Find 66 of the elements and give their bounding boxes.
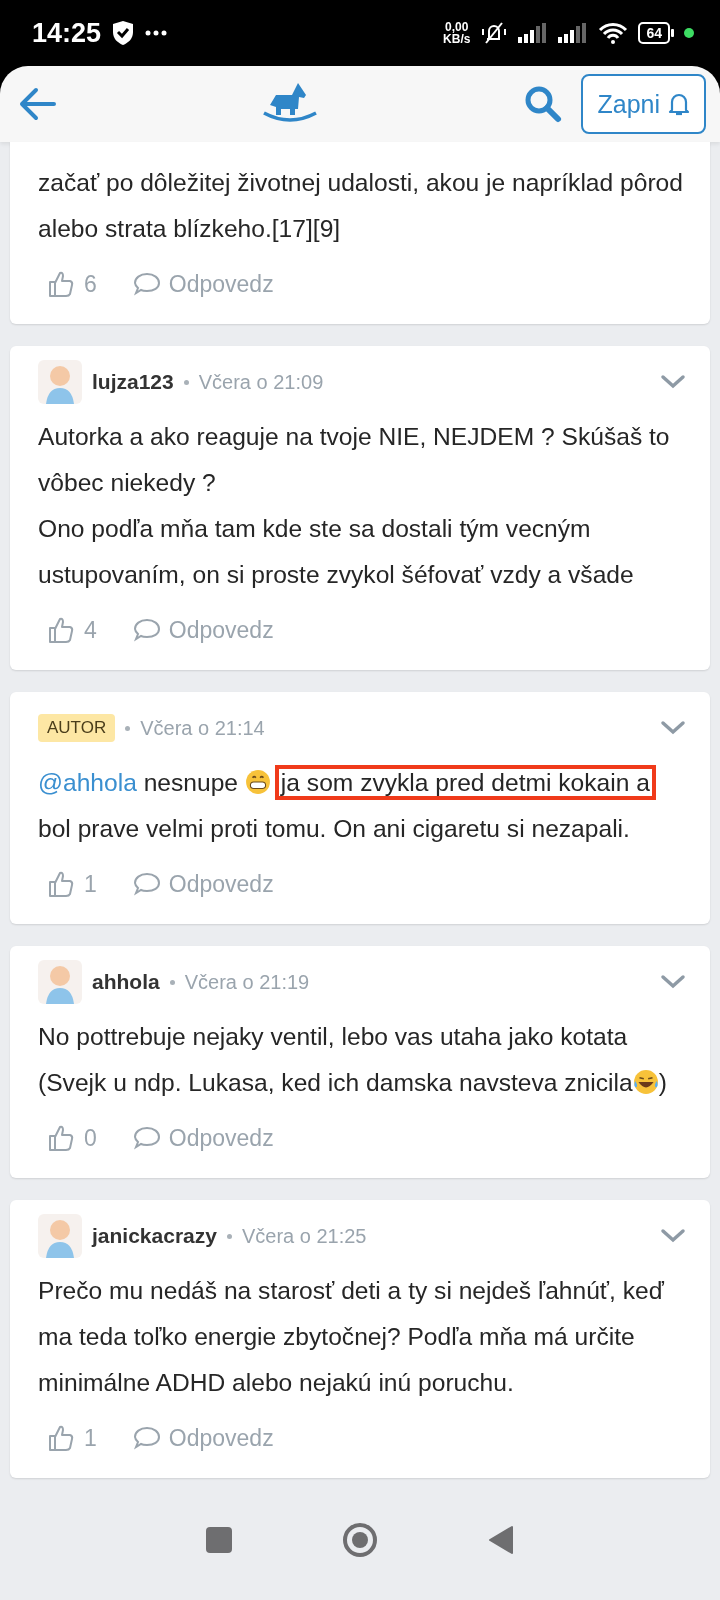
avatar-icon[interactable] (38, 960, 82, 1004)
speech-bubble-icon (132, 1426, 161, 1450)
bell-icon (668, 92, 690, 116)
bullet-icon (125, 725, 131, 731)
status-dot (684, 28, 694, 38)
back-arrow-icon[interactable] (18, 87, 56, 121)
shield-check-icon (111, 20, 136, 46)
reply-button[interactable]: Odpovedz (132, 870, 274, 898)
thumbs-up-icon[interactable] (48, 270, 74, 298)
search-icon[interactable] (523, 84, 564, 124)
username[interactable]: lujza123 (92, 370, 174, 394)
signal-icon (558, 23, 589, 43)
network-speed: 0,00 (445, 21, 469, 33)
notify-button[interactable]: Zapni (581, 74, 706, 134)
thumbs-up-icon[interactable] (48, 870, 74, 898)
reply-button[interactable]: Odpovedz (132, 1124, 274, 1152)
grinning-face-icon (244, 769, 271, 795)
chevron-down-icon[interactable] (660, 374, 686, 390)
bullet-icon (226, 1233, 232, 1239)
comment-text: Prečo mu nedáš na starosť deti a ty si nejdeš ľahnúť, keď ma teda toľko energie zbytočnej? Podľa mňa má určite minimálne ADHD alebo nejakú inú poruchu. (38, 1276, 665, 1398)
mention-link[interactable]: @ahhola (38, 769, 137, 796)
thumbs-up-icon[interactable] (48, 1124, 74, 1152)
like-count: 1 (84, 1424, 97, 1452)
signal-icon (518, 23, 549, 43)
like-count: 1 (84, 870, 97, 898)
reply-button[interactable]: Odpovedz (132, 1424, 274, 1452)
recent-apps-icon[interactable] (206, 1527, 232, 1553)
like-count: 4 (84, 616, 97, 644)
home-icon[interactable] (342, 1522, 378, 1558)
username[interactable]: janickacrazy (92, 1224, 217, 1248)
bullet-icon (183, 379, 189, 385)
like-count: 0 (84, 1124, 97, 1152)
comment-time: Včera o 21:25 (241, 1224, 367, 1248)
rocking-horse-logo[interactable] (261, 83, 318, 125)
thumbs-up-icon[interactable] (48, 1424, 74, 1452)
like-count: 6 (84, 270, 97, 298)
comment-time: Včera o 21:14 (140, 716, 265, 740)
avatar-icon[interactable] (38, 360, 82, 404)
laughing-tears-face-icon (632, 1069, 659, 1095)
clock-time: 14:25 (32, 17, 102, 49)
reply-button[interactable]: Odpovedz (132, 270, 274, 298)
thumbs-up-icon[interactable] (48, 616, 74, 644)
network-speed-unit: KB/s (443, 33, 471, 45)
comment-text: Autorka a ako reaguje na tvoje NIE, NEJDEM ? Skúšaš to vôbec niekedy ? Ono podľa mňa tam kde ste sa dostali tým vecným ustupovaním, on si proste zvykol šéfovať vzdy a všade (38, 422, 671, 590)
highlighted-text: ja som zvykla pred detmi kokain a (274, 765, 656, 800)
chevron-down-icon[interactable] (660, 974, 686, 990)
muted-bell-icon (480, 21, 509, 45)
speech-bubble-icon (132, 272, 161, 296)
speech-bubble-icon (132, 1126, 161, 1150)
reply-button[interactable]: Odpovedz (132, 616, 274, 644)
bullet-icon (169, 979, 175, 985)
author-badge: AUTOR (38, 714, 116, 742)
back-icon[interactable] (488, 1525, 514, 1555)
comment-text: @ahhola nesnupe ja som zvykla pred detmi kokain a bol prave velmi proti tomu. On ani cigaretu si nezapali. (38, 760, 686, 852)
username[interactable]: ahhola (92, 970, 160, 994)
comment-text: No pottrebuje nejaky ventil, lebo vas utaha jako kotata (Svejk u ndp. Lukasa, ked ich damska navsteva znicila ) (38, 1022, 668, 1098)
avatar-icon[interactable] (38, 1214, 82, 1258)
chevron-down-icon[interactable] (660, 720, 686, 736)
comment-time: Včera o 21:19 (184, 970, 310, 994)
comment-text: začať po dôležitej životnej udalosti, akou je napríklad pôrod alebo strata blízkeho.[17][9] (38, 168, 684, 244)
comment-time: Včera o 21:09 (198, 370, 324, 394)
chevron-down-icon[interactable] (660, 1228, 686, 1244)
more-dots-icon (145, 30, 168, 36)
wifi-icon (598, 22, 629, 44)
speech-bubble-icon (132, 618, 161, 642)
speech-bubble-icon (132, 872, 161, 896)
